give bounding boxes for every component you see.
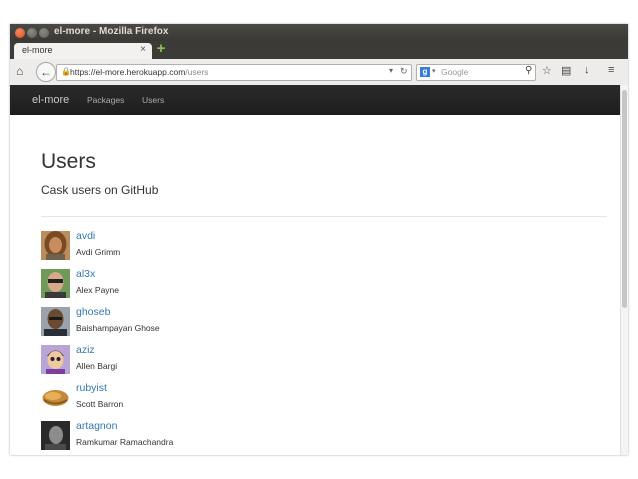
address-bar[interactable]: 🔒 https://el-more.herokuapp.com/users ▾ … bbox=[56, 64, 412, 81]
window-close-button[interactable] bbox=[15, 28, 25, 38]
user-login-link[interactable]: aziz bbox=[76, 344, 95, 356]
tab-title: el-more bbox=[22, 45, 53, 55]
magnifier-icon[interactable]: ⚲ bbox=[525, 65, 532, 76]
tab-close-icon[interactable]: × bbox=[140, 44, 146, 55]
avatar[interactable] bbox=[41, 269, 70, 298]
user-full-name: Alex Payne bbox=[76, 285, 119, 295]
hamburger-menu-icon[interactable]: ≡ bbox=[608, 64, 614, 76]
history-dropdown-icon[interactable]: ▾ bbox=[389, 66, 393, 75]
user-full-name: Baishampayan Ghose bbox=[76, 323, 160, 333]
nav-link-packages[interactable]: Packages bbox=[87, 95, 124, 105]
window-title: el-more - Mozilla Firefox bbox=[54, 26, 169, 37]
user-login-link[interactable]: ghoseb bbox=[76, 306, 110, 318]
user-full-name: Ramkumar Ramachandra bbox=[76, 437, 174, 447]
avatar[interactable] bbox=[41, 231, 70, 260]
avatar[interactable] bbox=[41, 421, 70, 450]
nav-link-users[interactable]: Users bbox=[142, 95, 164, 105]
user-full-name: Avdi Grimm bbox=[76, 247, 121, 257]
page-subtitle: Cask users on GitHub bbox=[41, 183, 159, 197]
user-list-item: avdi Avdi Grimm bbox=[41, 230, 601, 262]
tab-strip: el-more × + bbox=[10, 41, 628, 59]
user-login-link[interactable]: rubyist bbox=[76, 382, 107, 394]
url-host: https://el-more.herokuapp.com bbox=[70, 67, 186, 77]
user-login-link[interactable]: al3x bbox=[76, 268, 95, 280]
search-engine-icon[interactable]: g bbox=[420, 67, 430, 77]
navigation-toolbar: ⌂ ← 🔒 https://el-more.herokuapp.com/user… bbox=[10, 59, 628, 86]
user-list-item: aziz Allen Bargi bbox=[41, 344, 601, 376]
page-scrollbar[interactable] bbox=[620, 85, 628, 455]
reload-icon[interactable]: ↻ bbox=[400, 66, 408, 77]
search-input[interactable] bbox=[441, 66, 521, 78]
header-divider bbox=[41, 216, 607, 217]
home-icon[interactable]: ⌂ bbox=[16, 64, 23, 78]
browser-tab[interactable]: el-more × bbox=[14, 43, 152, 59]
user-full-name: Allen Bargi bbox=[76, 361, 118, 371]
scrollbar-thumb[interactable] bbox=[622, 90, 627, 308]
user-list-item: artagnon Ramkumar Ramachandra bbox=[41, 420, 601, 452]
user-login-link[interactable]: avdi bbox=[76, 230, 95, 242]
new-tab-icon[interactable]: + bbox=[154, 41, 168, 56]
download-icon[interactable]: ↓ bbox=[584, 64, 590, 76]
window-minimize-button[interactable] bbox=[27, 28, 37, 38]
user-full-name: Scott Barron bbox=[76, 399, 124, 409]
engine-dropdown-icon[interactable]: ▾ bbox=[432, 67, 436, 75]
star-icon[interactable]: ☆ bbox=[542, 64, 552, 77]
page-title: Users bbox=[41, 150, 96, 173]
bookmarks-list-icon[interactable]: ▤ bbox=[561, 64, 571, 77]
search-bar[interactable]: g ▾ ⚲ bbox=[416, 64, 536, 81]
user-list-item: al3x Alex Payne bbox=[41, 268, 601, 300]
url-path: /users bbox=[185, 67, 209, 77]
site-brand-link[interactable]: el-more bbox=[32, 94, 69, 106]
page-content: el-more Packages Users Users Cask users … bbox=[10, 85, 620, 455]
user-list-item: ghoseb Baishampayan Ghose bbox=[41, 306, 601, 338]
user-login-link[interactable]: artagnon bbox=[76, 420, 117, 432]
window-maximize-button[interactable] bbox=[39, 28, 49, 38]
browser-window: el-more - Mozilla Firefox el-more × + ⌂ … bbox=[10, 24, 628, 455]
window-titlebar: el-more - Mozilla Firefox bbox=[10, 24, 628, 41]
site-navbar: el-more Packages Users bbox=[10, 85, 620, 115]
avatar[interactable] bbox=[41, 383, 70, 412]
avatar[interactable] bbox=[41, 345, 70, 374]
address-url[interactable]: https://el-more.herokuapp.com/users bbox=[70, 67, 208, 77]
avatar[interactable] bbox=[41, 307, 70, 336]
back-arrow-icon[interactable]: ← bbox=[36, 62, 56, 82]
user-list-item: rubyist Scott Barron bbox=[41, 382, 601, 414]
